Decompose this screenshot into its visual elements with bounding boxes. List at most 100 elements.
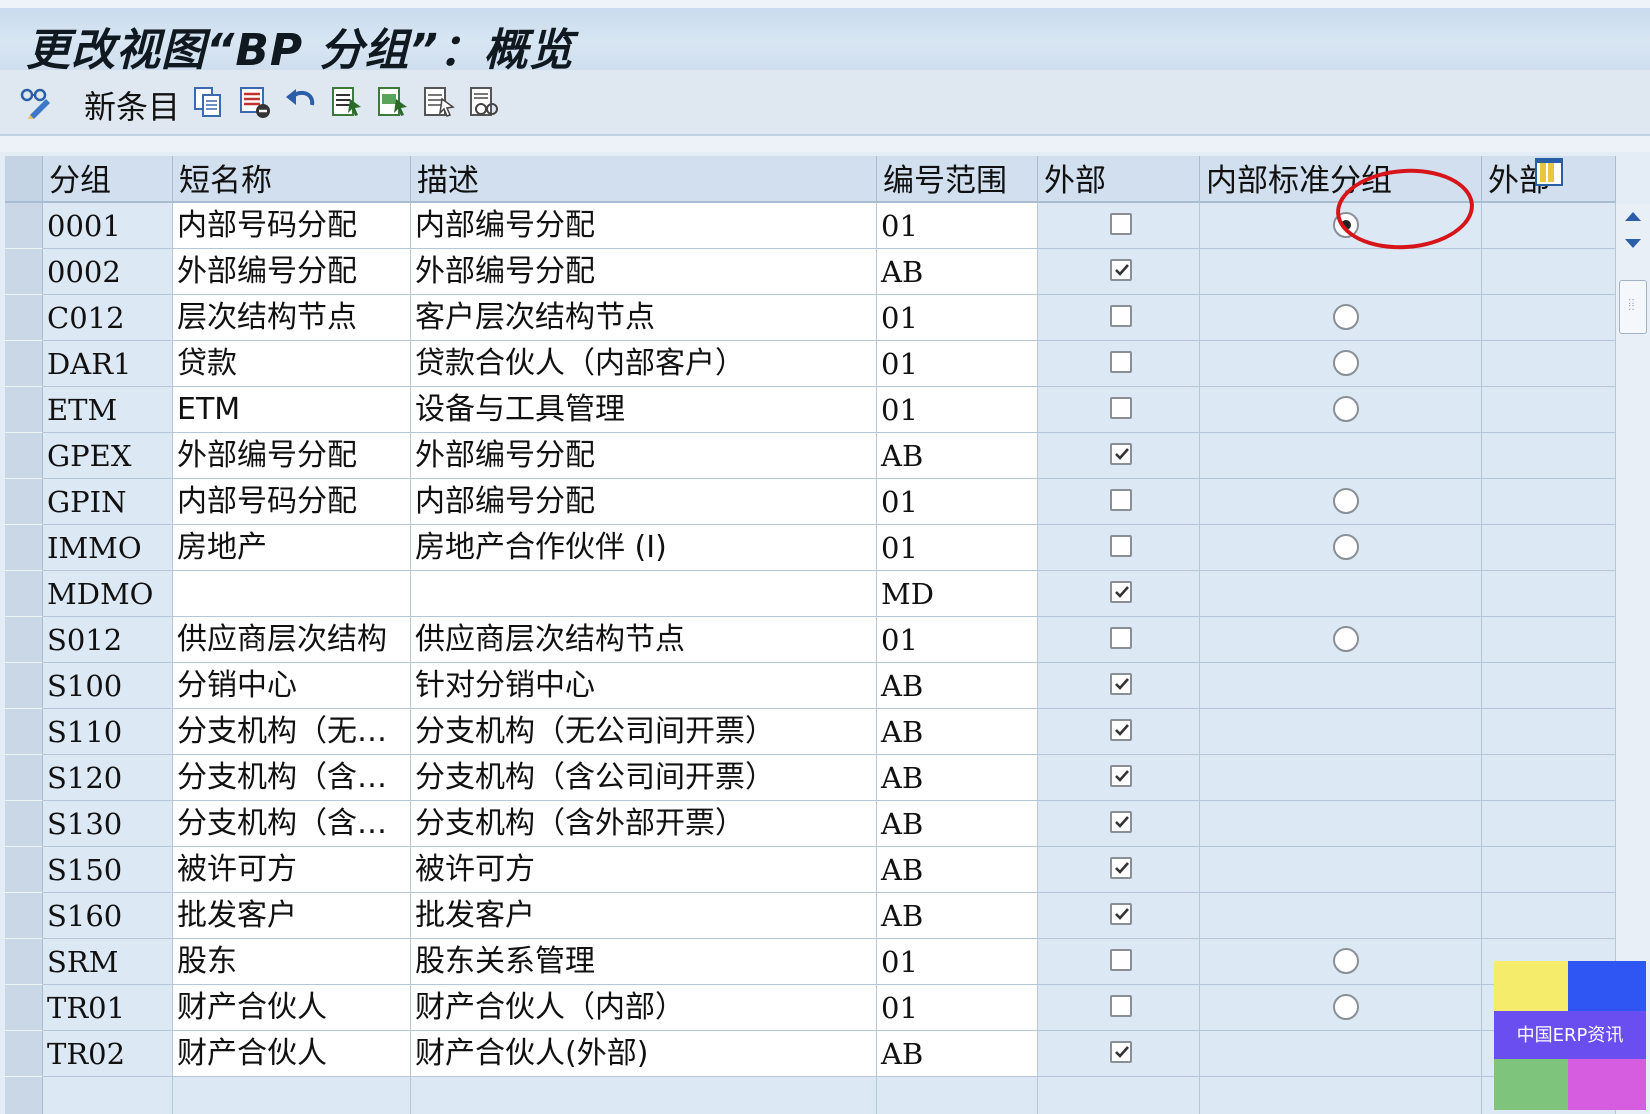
- checkbox-unchecked[interactable]: [1110, 213, 1132, 235]
- cell-short-name[interactable]: 分支机构（含外…: [173, 801, 411, 847]
- row-selector[interactable]: [5, 525, 43, 571]
- table-settings-icon[interactable]: [1535, 158, 1563, 186]
- row-selector[interactable]: [5, 985, 43, 1031]
- row-selector[interactable]: [5, 755, 43, 801]
- table-row[interactable]: DAR1 贷款 贷款合伙人（内部客户） 01: [5, 341, 1616, 387]
- checkbox-checked[interactable]: [1110, 581, 1132, 603]
- cell-group[interactable]: ETM: [43, 387, 173, 433]
- cell-description[interactable]: 财产合伙人(外部): [411, 1031, 877, 1077]
- cell-short-name[interactable]: 财产合伙人: [173, 1031, 411, 1077]
- column-header-short-name[interactable]: 短名称: [173, 156, 411, 203]
- row-selector[interactable]: [5, 341, 43, 387]
- column-header-description[interactable]: 描述: [411, 156, 877, 203]
- select-block-icon[interactable]: [376, 84, 410, 120]
- row-selector[interactable]: [5, 709, 43, 755]
- cell-group[interactable]: DAR1: [43, 341, 173, 387]
- scroll-down-icon[interactable]: [1623, 236, 1643, 255]
- cell-short-name[interactable]: 内部号码分配: [173, 479, 411, 525]
- cell-number-range[interactable]: AB: [877, 663, 1038, 709]
- checkbox-unchecked[interactable]: [1110, 489, 1132, 511]
- cell-description[interactable]: 分支机构（含公司间开票）: [411, 755, 877, 801]
- cell-number-range[interactable]: 01: [877, 939, 1038, 985]
- cell-number-range[interactable]: AB: [877, 847, 1038, 893]
- cell-short-name[interactable]: 财产合伙人: [173, 985, 411, 1031]
- row-selector[interactable]: [5, 1031, 43, 1077]
- cell-number-range[interactable]: AB: [877, 709, 1038, 755]
- cell-number-range[interactable]: 01: [877, 525, 1038, 571]
- row-selector[interactable]: [5, 893, 43, 939]
- cell-description[interactable]: 供应商层次结构节点: [411, 617, 877, 663]
- cell-short-name[interactable]: 外部编号分配: [173, 433, 411, 479]
- cell-description[interactable]: 被许可方: [411, 847, 877, 893]
- cell-short-name[interactable]: 内部号码分配: [173, 203, 411, 249]
- cell-description[interactable]: 分支机构（含外部开票）: [411, 801, 877, 847]
- config-icon[interactable]: [468, 84, 502, 120]
- cell-group[interactable]: 0001: [43, 203, 173, 249]
- cell-group[interactable]: S160: [43, 893, 173, 939]
- cell-group[interactable]: IMMO: [43, 525, 173, 571]
- row-selector[interactable]: [5, 801, 43, 847]
- cell-description[interactable]: 外部编号分配: [411, 249, 877, 295]
- checkbox-checked[interactable]: [1110, 811, 1132, 833]
- table-row[interactable]: S150 被许可方 被许可方 AB: [5, 847, 1616, 893]
- cell-description[interactable]: 内部编号分配: [411, 479, 877, 525]
- column-header-external[interactable]: 外部: [1038, 156, 1200, 203]
- cell-description[interactable]: [411, 571, 877, 617]
- table-row[interactable]: S110 分支机构（无公… 分支机构（无公司间开票） AB: [5, 709, 1616, 755]
- copy-icon[interactable]: [192, 84, 224, 120]
- checkbox-checked[interactable]: [1110, 765, 1132, 787]
- cell-description[interactable]: 贷款合伙人（内部客户）: [411, 341, 877, 387]
- radio-unselected[interactable]: [1333, 488, 1359, 514]
- cell-short-name[interactable]: 被许可方: [173, 847, 411, 893]
- new-entries-button[interactable]: 新条目: [84, 82, 180, 128]
- column-header-number-range[interactable]: 编号范围: [877, 156, 1038, 203]
- cell-number-range[interactable]: AB: [877, 249, 1038, 295]
- radio-unselected[interactable]: [1333, 626, 1359, 652]
- cell-group[interactable]: S150: [43, 847, 173, 893]
- table-row[interactable]: GPEX 外部编号分配 外部编号分配 AB: [5, 433, 1616, 479]
- row-selector[interactable]: [5, 1077, 43, 1114]
- table-row[interactable]: C012 层次结构节点 客户层次结构节点 01: [5, 295, 1616, 341]
- cell-number-range[interactable]: AB: [877, 1031, 1038, 1077]
- checkbox-unchecked[interactable]: [1110, 397, 1132, 419]
- cell-number-range[interactable]: 01: [877, 617, 1038, 663]
- cell-short-name[interactable]: 分支机构（含公…: [173, 755, 411, 801]
- deselect-icon[interactable]: [422, 84, 456, 120]
- cell-short-name[interactable]: 股东: [173, 939, 411, 985]
- table-row[interactable]: S120 分支机构（含公… 分支机构（含公司间开票） AB: [5, 755, 1616, 801]
- cell-group[interactable]: S120: [43, 755, 173, 801]
- row-selector[interactable]: [5, 479, 43, 525]
- row-selector[interactable]: [5, 617, 43, 663]
- checkbox-checked[interactable]: [1110, 719, 1132, 741]
- row-selector[interactable]: [5, 249, 43, 295]
- cell-short-name[interactable]: 外部编号分配: [173, 249, 411, 295]
- cell-group[interactable]: S012: [43, 617, 173, 663]
- cell-group[interactable]: TR02: [43, 1031, 173, 1077]
- cell-description[interactable]: 批发客户: [411, 893, 877, 939]
- cell-description[interactable]: 客户层次结构节点: [411, 295, 877, 341]
- cell-number-range[interactable]: AB: [877, 893, 1038, 939]
- cell-short-name[interactable]: 分销中心: [173, 663, 411, 709]
- table-row[interactable]: S012 供应商层次结构 供应商层次结构节点 01: [5, 617, 1616, 663]
- cell-group[interactable]: 0002: [43, 249, 173, 295]
- row-selector[interactable]: [5, 939, 43, 985]
- row-selector[interactable]: [5, 847, 43, 893]
- cell-number-range[interactable]: 01: [877, 985, 1038, 1031]
- checkbox-unchecked[interactable]: [1110, 995, 1132, 1017]
- checkbox-unchecked[interactable]: [1110, 535, 1132, 557]
- checkbox-checked[interactable]: [1110, 857, 1132, 879]
- row-selector[interactable]: [5, 295, 43, 341]
- cell-description[interactable]: 财产合伙人（内部）: [411, 985, 877, 1031]
- cell-short-name[interactable]: [173, 571, 411, 617]
- table-row-empty[interactable]: [5, 1077, 1616, 1114]
- checkbox-unchecked[interactable]: [1110, 627, 1132, 649]
- cell-group[interactable]: GPEX: [43, 433, 173, 479]
- scroll-up-icon[interactable]: [1623, 208, 1643, 227]
- cell-group[interactable]: C012: [43, 295, 173, 341]
- checkbox-checked[interactable]: [1110, 903, 1132, 925]
- select-all-icon[interactable]: [330, 84, 364, 120]
- cell-number-range[interactable]: 01: [877, 341, 1038, 387]
- cell-short-name[interactable]: 批发客户: [173, 893, 411, 939]
- table-row[interactable]: TR02 财产合伙人 财产合伙人(外部) AB: [5, 1031, 1616, 1077]
- cell-description[interactable]: 内部编号分配: [411, 203, 877, 249]
